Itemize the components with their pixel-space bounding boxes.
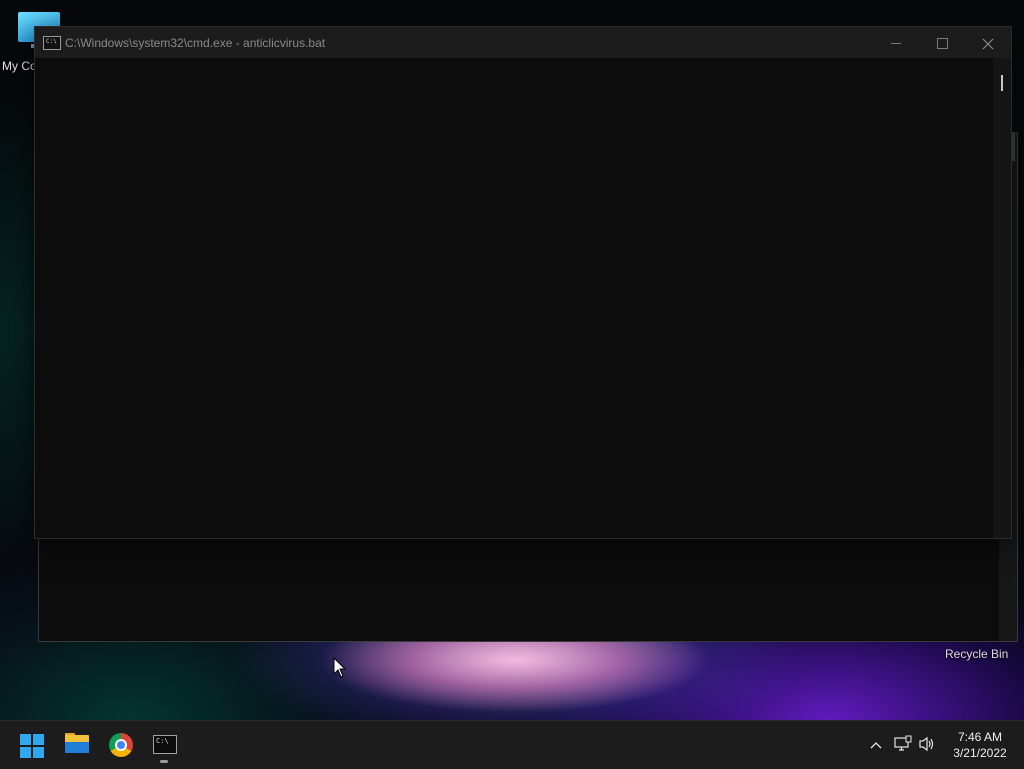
console-output-area[interactable] (35, 58, 993, 538)
show-hidden-icons-button[interactable] (866, 735, 886, 755)
cmd-window-title: C:\Windows\system32\cmd.exe - anticlicvi… (65, 36, 326, 50)
taskbar: C:\ 7:46 AM 3/21/2022 (0, 720, 1024, 769)
clock-date: 3/21/2022 (953, 746, 1007, 760)
terminal-icon: C:\ (153, 735, 177, 754)
maximize-icon (936, 38, 948, 50)
recycle-bin-label: Recycle Bin (945, 647, 1009, 661)
minimize-button[interactable] (873, 27, 919, 58)
windows-logo-icon (20, 734, 44, 758)
volume-icon (919, 736, 934, 752)
network-tray-button[interactable] (894, 735, 914, 755)
file-explorer-button[interactable] (61, 729, 93, 761)
chrome-button[interactable] (105, 729, 137, 761)
command-prompt-taskbar-button[interactable]: C:\ (148, 729, 180, 763)
clock-time: 7:46 AM (957, 730, 1003, 744)
volume-tray-button[interactable] (918, 735, 938, 755)
cmd-window[interactable]: C:\ C:\Windows\system32\cmd.exe - anticl… (34, 26, 1012, 539)
console-scrollbar[interactable] (993, 58, 1011, 538)
cmd-window-icon[interactable]: C:\ (43, 36, 61, 50)
close-button[interactable] (965, 27, 1011, 58)
maximize-button[interactable] (919, 27, 965, 58)
network-icon (894, 735, 912, 751)
running-indicator (160, 760, 168, 763)
cmd-icon-text: C:\ (46, 38, 57, 45)
start-button[interactable] (16, 729, 48, 761)
text-cursor (1001, 75, 1003, 91)
recycle-bin-desktop-icon[interactable]: Recycle Bin (940, 646, 1020, 666)
cmd-titlebar[interactable]: C:\ C:\Windows\system32\cmd.exe - anticl… (35, 27, 1011, 58)
my-computer-label: My Co (2, 59, 37, 73)
chevron-up-icon (870, 742, 882, 749)
close-icon (982, 38, 994, 49)
mouse-pointer-icon (333, 657, 347, 678)
minimize-icon (891, 43, 901, 45)
desktop: My Co Recycle Bin C:\ C:\Windows\system3… (0, 0, 1024, 720)
clock-button[interactable]: 7:46 AM 3/21/2022 (944, 729, 1016, 761)
